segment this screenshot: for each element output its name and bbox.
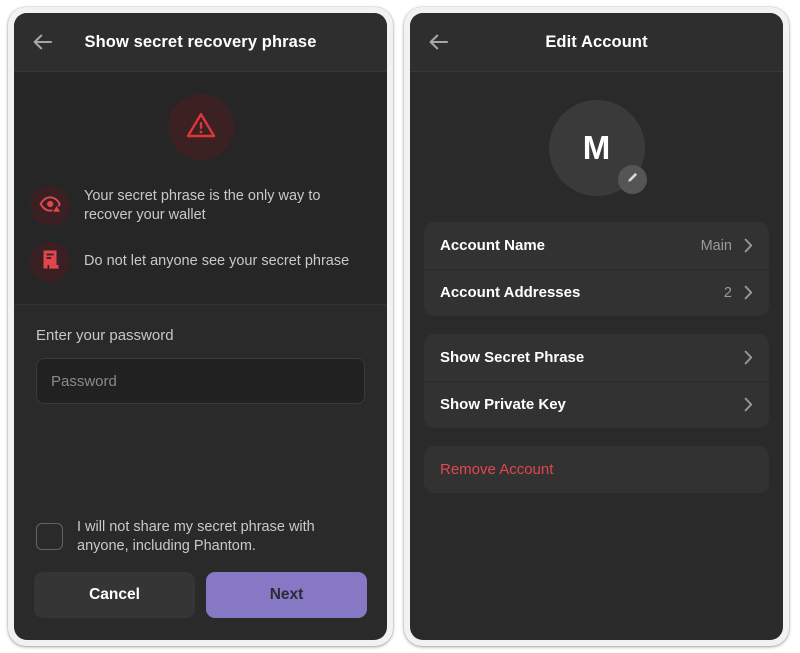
warning-item: Your secret phrase is the only way to re… — [14, 186, 387, 226]
eye-warning-icon — [39, 195, 62, 218]
account-info-card: Account Name Main Account Addresses 2 — [424, 222, 769, 316]
warning-triangle-icon — [185, 110, 217, 145]
action-button-row: Cancel Next — [14, 572, 387, 640]
back-button[interactable] — [424, 27, 454, 57]
document-icon — [40, 249, 60, 275]
right-phone-frame: Edit Account M Account Name Main Account… — [404, 7, 789, 646]
row-label: Show Secret Phrase — [440, 349, 585, 366]
arrow-left-icon — [428, 33, 450, 51]
left-spacer — [14, 404, 387, 518]
secrets-card: Show Secret Phrase Show Private Key — [424, 334, 769, 428]
remove-account-card: Remove Account — [424, 446, 769, 493]
password-input[interactable] — [36, 358, 365, 404]
next-button[interactable]: Next — [206, 572, 367, 618]
agreement-checkbox[interactable] — [36, 523, 63, 551]
back-button[interactable] — [28, 27, 58, 57]
row-account-addresses[interactable]: Account Addresses 2 — [424, 269, 769, 316]
page-title: Show secret recovery phrase — [84, 32, 317, 51]
left-phone-frame: Show secret recovery phrase Your secret … — [8, 7, 393, 646]
password-section: Enter your password — [14, 305, 387, 404]
warning-item-text: Your secret phrase is the only way to re… — [84, 187, 321, 223]
edit-account-screen: Edit Account M Account Name Main Account… — [410, 13, 783, 640]
password-label: Enter your password — [36, 327, 174, 344]
row-show-secret-phrase[interactable]: Show Secret Phrase — [424, 334, 769, 381]
agreement-label: I will not share my secret phrase with a… — [77, 518, 315, 554]
row-label: Show Private Key — [440, 396, 566, 413]
arrow-left-icon — [32, 33, 54, 51]
screenshot-root: Show secret recovery phrase Your secret … — [0, 0, 800, 653]
row-show-private-key[interactable]: Show Private Key — [424, 381, 769, 428]
row-remove-account[interactable]: Remove Account — [424, 446, 769, 493]
row-label: Account Name — [440, 237, 546, 254]
pencil-icon — [625, 170, 640, 190]
chevron-right-icon — [744, 238, 753, 253]
warning-section: Your secret phrase is the only way to re… — [14, 72, 387, 305]
row-value: Main — [700, 237, 732, 254]
show-recovery-phrase-screen: Show secret recovery phrase Your secret … — [14, 13, 387, 640]
row-label: Remove Account — [440, 461, 554, 478]
edit-account-body: M Account Name Main Account Addresses 2 … — [410, 72, 783, 640]
left-header: Show secret recovery phrase — [14, 13, 387, 72]
row-label: Account Addresses — [440, 284, 581, 301]
warning-item-icon-wrap — [30, 186, 70, 226]
chevron-right-icon — [744, 350, 753, 365]
agreement-row[interactable]: I will not share my secret phrase with a… — [14, 518, 387, 556]
page-title: Edit Account — [545, 32, 648, 51]
edit-avatar-button[interactable] — [617, 165, 647, 194]
warning-item: Do not let anyone see your secret phrase — [14, 242, 387, 282]
row-account-name[interactable]: Account Name Main — [424, 222, 769, 269]
warning-badge — [167, 94, 234, 160]
avatar-wrap[interactable]: M — [548, 100, 647, 196]
chevron-right-icon — [744, 285, 753, 300]
warning-item-text: Do not let anyone see your secret phrase — [84, 253, 350, 270]
right-header: Edit Account — [410, 13, 783, 72]
row-value: 2 — [723, 284, 732, 301]
cancel-button[interactable]: Cancel — [34, 572, 195, 618]
chevron-right-icon — [744, 397, 753, 412]
warning-item-icon-wrap — [30, 242, 70, 282]
